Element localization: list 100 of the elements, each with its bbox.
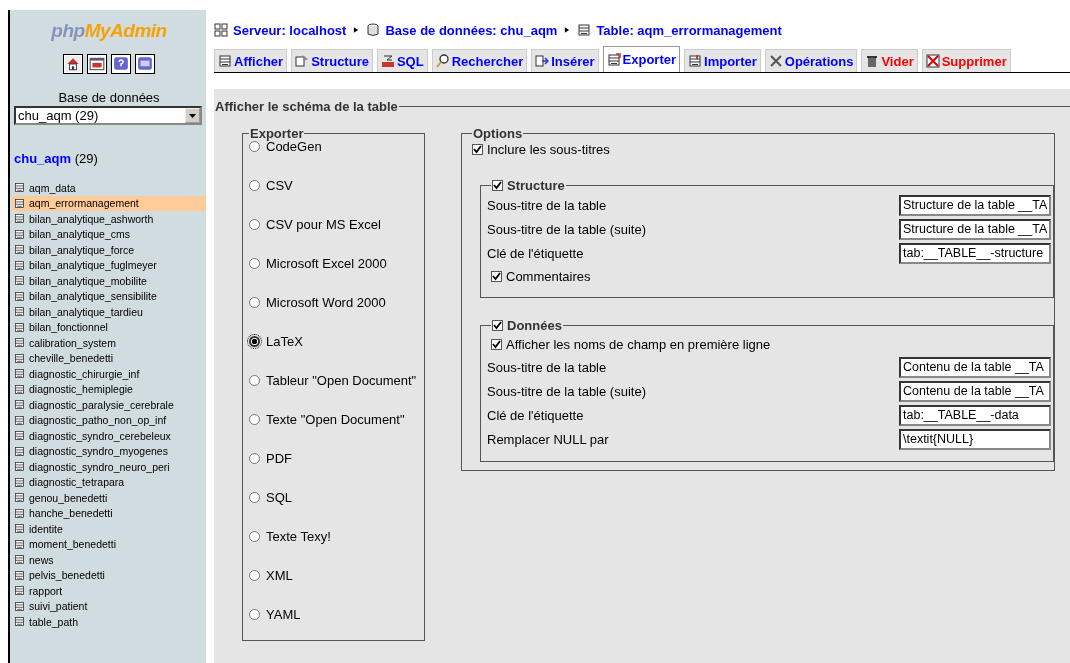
checkbox[interactable] — [491, 270, 502, 282]
checkbox-label: Afficher les noms de champ en première ligne — [506, 336, 771, 352]
servers-icon — [214, 23, 228, 37]
radio-button[interactable] — [249, 453, 260, 464]
table-list-item[interactable]: diagnostic_paralysie_cerebrale — [12, 397, 206, 413]
table-list-item[interactable]: bilan_fonctionnel — [12, 319, 206, 335]
table-icon — [14, 290, 25, 302]
table-icon — [14, 213, 25, 225]
tab[interactable]: Insérer — [531, 49, 599, 72]
radio-button[interactable] — [249, 531, 260, 542]
text-field[interactable]: tab:__TABLE__-structure — [899, 242, 1051, 264]
text-field[interactable]: Structure de la table __TA — [899, 218, 1051, 240]
table-list-item[interactable]: diagnostic_chirurgie_inf — [12, 366, 206, 382]
table-icon — [14, 523, 25, 535]
radio-label: Tableur "Open Document" — [266, 373, 417, 388]
text-field[interactable]: \textit{NULL} — [899, 428, 1051, 450]
checkbox[interactable] — [472, 144, 483, 155]
table-list-item[interactable]: aqm_data — [12, 180, 206, 196]
table-list-item[interactable]: hanche_benedetti — [12, 505, 206, 521]
table-list-item[interactable]: aqm_errormanagement — [12, 195, 206, 211]
table-list-item[interactable]: bilan_analytique_tardieu — [12, 304, 206, 320]
table-list-item[interactable]: bilan_analytique_cms — [12, 226, 206, 242]
table-list-item[interactable]: moment_benedetti — [12, 536, 206, 552]
database-select[interactable]: chu_aqm (29) — [14, 106, 202, 125]
radio-button[interactable] — [249, 219, 260, 230]
tab[interactable]: SQL — [376, 49, 428, 72]
help-button[interactable] — [111, 54, 131, 74]
radio-button[interactable] — [249, 375, 260, 386]
fieldset-legend: Afficher le schéma de la table — [214, 99, 399, 114]
radio-button[interactable] — [249, 336, 260, 347]
checkbox-label: Inclure les sous-titres — [487, 142, 610, 157]
tab[interactable]: Exporter — [602, 46, 681, 72]
table-icon — [14, 337, 25, 349]
breadcrumb-link[interactable]: Base de données: chu_aqm — [385, 22, 558, 38]
database-link[interactable]: chu_aqm — [14, 151, 72, 166]
radio-label: Microsoft Word 2000 — [266, 295, 386, 310]
field-label: Sous-titre de la table (suite) — [487, 383, 646, 399]
radio-label: SQL — [266, 490, 292, 505]
tab[interactable]: Rechercher — [431, 49, 528, 72]
radio-label: PDF — [266, 451, 292, 466]
sql-window-button[interactable] — [87, 54, 107, 74]
fieldset-legend: Structure — [507, 178, 565, 193]
text-field[interactable]: Contenu de la table __TA — [899, 356, 1051, 378]
radio-label: Microsoft Excel 2000 — [266, 256, 387, 271]
table-icon — [14, 399, 25, 411]
text-field[interactable]: Contenu de la table __TA — [899, 380, 1051, 402]
table-list-item[interactable]: diagnostic_patho_non_op_inf — [12, 412, 206, 428]
table-list-item[interactable]: news — [12, 552, 206, 568]
radio-label: Texte "Open Document" — [266, 412, 405, 427]
breadcrumb-link[interactable]: Table: aqm_errormanagement — [596, 22, 782, 38]
table-list-item[interactable]: bilan_analytique_sensibilite — [12, 288, 206, 304]
table-icon — [14, 306, 25, 318]
radio-button[interactable] — [249, 180, 260, 191]
table-list-item[interactable]: diagnostic_tetrapara — [12, 474, 206, 490]
table-icon — [14, 352, 25, 364]
tab[interactable]: Opérations — [764, 49, 858, 72]
table-list-item[interactable]: rapport — [12, 583, 206, 599]
table-icon — [14, 616, 25, 628]
table-list-item[interactable]: bilan_analytique_fuglmeyer — [12, 257, 206, 273]
table-list-item[interactable]: cheville_benedetti — [12, 350, 206, 366]
radio-button[interactable] — [249, 414, 260, 425]
radio-button[interactable] — [249, 141, 260, 152]
checkbox[interactable] — [492, 320, 503, 331]
radio-label: LaTeX — [266, 334, 303, 349]
table-list-item[interactable]: suivi_patient — [12, 598, 206, 614]
checkbox[interactable] — [492, 180, 503, 191]
table-list-item[interactable]: diagnostic_syndro_neuro_peri — [12, 459, 206, 475]
table-icon — [14, 228, 25, 240]
table-list-item[interactable]: diagnostic_syndro_cerebeleux — [12, 428, 206, 444]
field-label: Sous-titre de la table — [487, 197, 607, 213]
checkbox[interactable] — [491, 338, 502, 350]
table-icon — [14, 383, 25, 395]
tab[interactable]: Importer — [684, 49, 761, 72]
table-icon — [14, 414, 25, 426]
table-list-item[interactable]: diagnostic_syndro_myogenes — [12, 443, 206, 459]
tab[interactable]: Afficher — [214, 49, 288, 72]
table-list-item[interactable]: bilan_analytique_force — [12, 242, 206, 258]
table-icon — [14, 585, 25, 597]
radio-button[interactable] — [249, 570, 260, 581]
breadcrumb-link[interactable]: Serveur: localhost — [233, 22, 347, 38]
home-button[interactable] — [63, 54, 83, 74]
table-list-item[interactable]: bilan_analytique_ashworth — [12, 211, 206, 227]
table-list-item[interactable]: bilan_analytique_mobilite — [12, 273, 206, 289]
table-list-item[interactable]: calibration_system — [12, 335, 206, 351]
table-list-item[interactable]: diagnostic_hemiplegie — [12, 381, 206, 397]
table-list-item[interactable]: table_path — [12, 614, 206, 630]
table-icon — [14, 321, 25, 333]
text-field[interactable]: Structure de la table __TA — [899, 194, 1051, 216]
radio-button[interactable] — [249, 492, 260, 503]
radio-button[interactable] — [249, 258, 260, 269]
table-list-item[interactable]: pelvis_benedetti — [12, 567, 206, 583]
radio-button[interactable] — [249, 297, 260, 308]
tab[interactable]: Structure — [291, 49, 373, 72]
text-field[interactable]: tab:__TABLE__-data — [899, 404, 1051, 426]
radio-label: CodeGen — [266, 139, 322, 154]
table-list-item[interactable]: genou_benedetti — [12, 490, 206, 506]
table-icon — [14, 476, 25, 488]
table-icon — [14, 569, 25, 581]
radio-button[interactable] — [249, 609, 260, 620]
table-list-item[interactable]: identite — [12, 521, 206, 537]
